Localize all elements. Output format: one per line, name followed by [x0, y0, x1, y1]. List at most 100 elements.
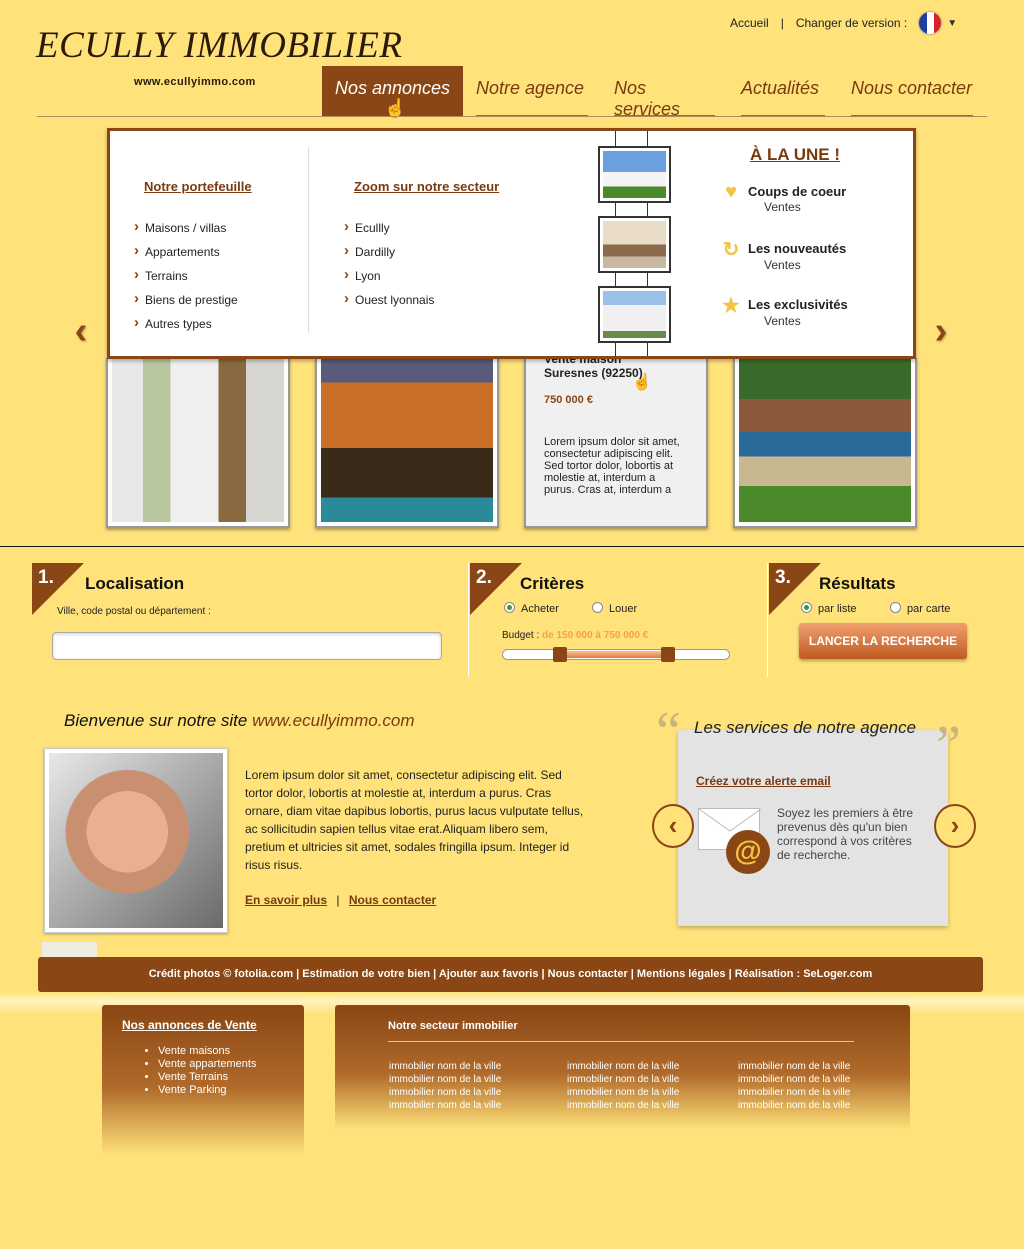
- carousel-prev-arrow[interactable]: ‹: [64, 311, 98, 351]
- city-link[interactable]: immobilier nom de la ville: [389, 1086, 501, 1099]
- radio-label: par carte: [907, 603, 951, 615]
- budget-range: de 150 000 à 750 000 €: [542, 630, 649, 641]
- carousel-next-arrow[interactable]: ›: [924, 311, 958, 351]
- menu-item-terrains[interactable]: Terrains: [134, 266, 238, 293]
- welcome-title-url[interactable]: www.ecullyimmo.com: [252, 711, 414, 730]
- services-panel: Créez votre alerte email @ Soyez les pre…: [678, 730, 948, 926]
- nav-item-actualites[interactable]: Actualités: [728, 66, 838, 116]
- property-photo: [739, 358, 911, 522]
- step-title: Critères: [520, 574, 585, 593]
- contact-link[interactable]: Nous contacter: [349, 893, 436, 907]
- une-exclusivites[interactable]: ★ Les exclusivités Ventes: [720, 293, 848, 328]
- city-link[interactable]: immobilier nom de la ville: [389, 1073, 501, 1086]
- link-separator: |: [336, 893, 340, 907]
- footer-bar[interactable]: Crédit photos © fotolia.com | Estimation…: [38, 957, 983, 992]
- section-divider: [0, 546, 1024, 547]
- services-prev-arrow[interactable]: ‹: [652, 804, 694, 848]
- thumbnail-building[interactable]: [598, 286, 671, 343]
- carousel-card-villa[interactable]: [733, 358, 917, 528]
- thumbnail-strip: [595, 131, 671, 356]
- decorative-tab: [42, 942, 97, 957]
- welcome-body: Lorem ipsum dolor sit amet, consectetur …: [245, 768, 584, 872]
- portfolio-heading[interactable]: Notre portefeuille: [144, 179, 252, 194]
- email-alert-link[interactable]: Créez votre alerte email: [696, 774, 831, 788]
- city-link[interactable]: immobilier nom de la ville: [389, 1099, 501, 1112]
- services-box: Créez votre alerte email @ Soyez les pre…: [632, 698, 992, 933]
- budget-min-handle[interactable]: [552, 647, 567, 662]
- footer-secteur-heading: Notre secteur immobilier: [388, 1020, 518, 1032]
- city-links-col3: immobilier nom de la ville immobilier no…: [738, 1060, 850, 1112]
- card-price: 750 000 €: [544, 394, 593, 406]
- search-button[interactable]: LANCER LA RECHERCHE: [799, 623, 967, 659]
- nav-item-notre-agence[interactable]: Notre agence: [463, 66, 601, 116]
- menu-item-ouest-lyonnais[interactable]: Ouest lyonnais: [344, 290, 434, 317]
- welcome-links: En savoir plus | Nous contacter: [245, 893, 436, 907]
- home-link[interactable]: Accueil: [730, 16, 769, 30]
- sector-list: Ecullly Dardilly Lyon Ouest lyonnais: [344, 218, 434, 317]
- carousel-card-interior[interactable]: [106, 358, 290, 528]
- carousel-card-house[interactable]: [315, 358, 499, 528]
- services-next-arrow[interactable]: ›: [934, 804, 976, 848]
- radio-par-liste[interactable]: par liste: [801, 602, 857, 615]
- radio-acheter[interactable]: Acheter: [504, 602, 559, 615]
- chevron-down-icon[interactable]: ▼: [947, 18, 957, 29]
- city-link[interactable]: immobilier nom de la ville: [567, 1099, 679, 1112]
- budget-label-text: Budget :: [502, 630, 540, 641]
- footer-annonces-heading[interactable]: Nos annonces de Vente: [122, 1018, 257, 1032]
- read-more-link[interactable]: En savoir plus: [245, 893, 327, 907]
- footer-link-maisons[interactable]: Vente maisons: [158, 1045, 256, 1058]
- footer-link-terrains[interactable]: Vente Terrains: [158, 1071, 256, 1084]
- radio-button[interactable]: [592, 602, 603, 613]
- french-flag-icon[interactable]: [919, 12, 942, 34]
- close-quote-icon: ”: [936, 715, 961, 777]
- radio-button-checked[interactable]: [504, 602, 515, 613]
- nav-item-nous-contacter[interactable]: Nous contacter: [838, 66, 986, 116]
- radio-button[interactable]: [890, 602, 901, 613]
- une-item-label: Les exclusivités: [748, 296, 848, 312]
- radio-button-checked[interactable]: [801, 602, 812, 613]
- radio-par-carte[interactable]: par carte: [890, 602, 950, 615]
- city-link[interactable]: immobilier nom de la ville: [567, 1073, 679, 1086]
- city-link[interactable]: immobilier nom de la ville: [567, 1086, 679, 1099]
- menu-item-maisons[interactable]: Maisons / villas: [134, 218, 238, 245]
- mega-menu: Notre portefeuille Maisons / villas Appa…: [107, 128, 916, 359]
- budget-label: Budget : de 150 000 à 750 000 €: [502, 630, 648, 641]
- city-link[interactable]: immobilier nom de la ville: [738, 1099, 850, 1112]
- budget-max-handle[interactable]: [660, 647, 675, 662]
- une-coups-de-coeur[interactable]: ♥ Coups de coeur Ventes: [720, 181, 846, 214]
- key-photo: [44, 748, 228, 933]
- footer-box-annonces: Nos annonces de Vente Vente maisons Vent…: [102, 1005, 304, 1155]
- une-nouveautes[interactable]: ↻ Les nouveautés Ventes: [720, 237, 847, 272]
- change-version-label: Changer de version :: [795, 16, 908, 30]
- card-description: Lorem ipsum dolor sit amet, consectetur …: [544, 436, 680, 496]
- menu-item-dardilly[interactable]: Dardilly: [344, 242, 434, 269]
- menu-item-appartements[interactable]: Appartements: [134, 242, 238, 269]
- search-step-results: 3. Résultats par liste par carte LANCER …: [769, 563, 991, 677]
- radio-label: Louer: [609, 603, 638, 615]
- city-link[interactable]: immobilier nom de la ville: [738, 1086, 850, 1099]
- menu-item-prestige[interactable]: Biens de prestige: [134, 290, 238, 317]
- city-link[interactable]: immobilier nom de la ville: [738, 1060, 850, 1073]
- pointer-cursor-icon: ☝: [632, 374, 652, 391]
- sector-heading[interactable]: Zoom sur notre secteur: [354, 179, 499, 194]
- carousel-card-text[interactable]: Vente maison Suresnes (92250) 750 000 € …: [524, 352, 708, 528]
- menu-item-lyon[interactable]: Lyon: [344, 266, 434, 293]
- step-number: 3.: [775, 567, 791, 588]
- footer-link-appartements[interactable]: Vente appartements: [158, 1058, 256, 1071]
- nav-item-nos-services[interactable]: Nos services: [601, 66, 728, 119]
- location-input[interactable]: [52, 632, 442, 660]
- property-photo: [321, 358, 493, 522]
- budget-slider[interactable]: [502, 647, 730, 662]
- a-la-une-heading: À LA UNE !: [750, 145, 841, 164]
- city-link[interactable]: immobilier nom de la ville: [738, 1073, 850, 1086]
- thumbnail-living-room[interactable]: [598, 216, 671, 273]
- thumbnail-house[interactable]: [598, 146, 671, 203]
- city-link[interactable]: immobilier nom de la ville: [567, 1060, 679, 1073]
- city-link[interactable]: immobilier nom de la ville: [389, 1060, 501, 1073]
- footer-link-parking[interactable]: Vente Parking: [158, 1084, 256, 1097]
- menu-item-ecully[interactable]: Ecullly: [344, 218, 434, 245]
- site-logo[interactable]: ECULLY IMMOBILIER: [36, 24, 402, 67]
- menu-item-autres[interactable]: Autres types: [134, 314, 238, 341]
- header-divider: [37, 116, 987, 117]
- radio-louer[interactable]: Louer: [592, 602, 637, 615]
